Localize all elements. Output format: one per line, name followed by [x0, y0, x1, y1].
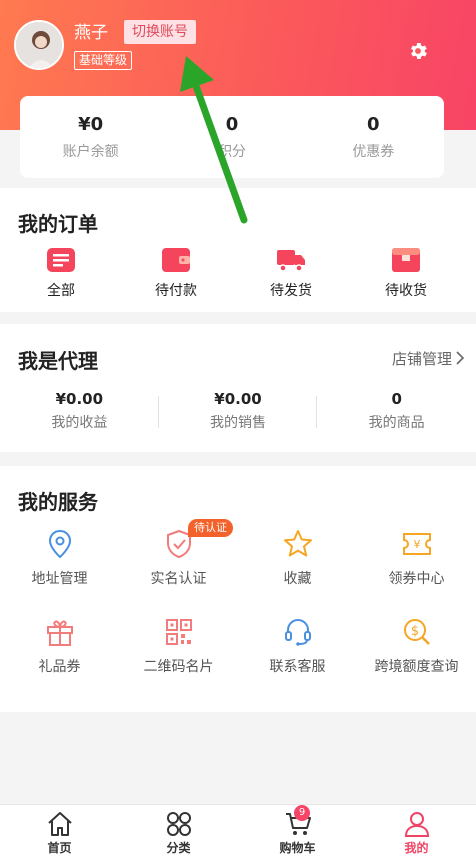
location-icon [48, 529, 71, 559]
home-icon [47, 812, 72, 836]
order-label: 待收货 [385, 283, 427, 299]
order-label: 待发货 [270, 283, 312, 299]
tab-label: 首页 [47, 841, 72, 854]
headset-icon [284, 619, 311, 646]
service-coupon-center[interactable]: ¥ 领券中心 [357, 528, 476, 588]
wallet-icon [162, 248, 190, 272]
service-crossborder-quota[interactable]: $ 跨境额度查询 [357, 616, 476, 676]
tab-home[interactable]: 首页 [0, 805, 119, 854]
tab-category[interactable]: 分类 [119, 805, 238, 854]
order-unpaid[interactable]: 待付款 [122, 248, 230, 300]
star-icon [283, 530, 312, 557]
qrcode-icon [165, 619, 192, 645]
svg-text:$: $ [410, 624, 418, 639]
cart-count-badge: 9 [294, 805, 310, 821]
order-label: 全部 [47, 283, 75, 299]
agent-value: ¥0.00 [55, 390, 104, 408]
service-address[interactable]: 地址管理 [0, 528, 119, 588]
shop-management-link[interactable]: 店铺管理 [392, 348, 452, 369]
agent-value: 0 [391, 390, 402, 408]
agent-label: 我的商品 [368, 415, 425, 431]
order-label: 待付款 [155, 283, 197, 299]
service-label: 实名认证 [150, 571, 207, 587]
order-all[interactable]: 全部 [7, 248, 115, 300]
avatar-image [16, 22, 62, 68]
chevron-right-icon[interactable] [456, 351, 464, 365]
agent-earnings[interactable]: ¥0.00 我的收益 [0, 390, 159, 432]
tab-label: 购物车 [279, 841, 316, 854]
stat-value: ¥0 [78, 114, 104, 135]
tab-mine[interactable]: 我的 [357, 805, 476, 854]
service-customer-support[interactable]: 联系客服 [238, 616, 357, 676]
category-icon [166, 812, 191, 836]
svg-text:¥: ¥ [413, 538, 420, 551]
agent-section: 我是代理 店铺管理 ¥0.00 我的收益 ¥0.00 我的销售 0 我的商品 [0, 324, 476, 452]
section-title: 我的订单 [18, 212, 98, 236]
bottom-tab-bar: 首页 分类 购物车 我的 [0, 804, 476, 854]
service-label: 礼品券 [38, 659, 81, 675]
list-icon [47, 248, 75, 272]
service-label: 跨境额度查询 [374, 659, 459, 675]
section-title: 我的服务 [18, 490, 98, 514]
order-to-ship[interactable]: 待发货 [237, 248, 345, 300]
coupon-icon: ¥ [402, 533, 431, 555]
username: 燕子 [74, 23, 108, 43]
agent-label: 我的销售 [210, 415, 266, 431]
level-badge: 基础等级 [74, 51, 133, 70]
switch-account-button[interactable]: 切换账号 [124, 20, 196, 44]
section-title: 我是代理 [18, 349, 98, 373]
service-label: 联系客服 [269, 659, 326, 675]
agent-sales[interactable]: ¥0.00 我的销售 [159, 390, 318, 432]
user-icon [404, 812, 429, 837]
pending-verification-badge: 待认证 [188, 519, 233, 537]
stat-balance[interactable]: ¥0 账户余额 [20, 96, 161, 178]
tab-label: 我的 [404, 841, 429, 854]
agent-value: ¥0.00 [214, 390, 262, 408]
service-favorites[interactable]: 收藏 [238, 528, 357, 588]
agent-products[interactable]: 0 我的商品 [317, 390, 476, 432]
stat-coupons[interactable]: 0 优惠券 [303, 96, 444, 178]
service-label: 领券中心 [388, 571, 445, 587]
service-qrcode-card[interactable]: 二维码名片 [119, 616, 238, 676]
service-label: 收藏 [283, 571, 312, 587]
avatar[interactable] [14, 20, 64, 70]
stat-value: 0 [367, 114, 380, 135]
dollar-search-icon: $ [403, 619, 430, 645]
gear-icon[interactable] [407, 40, 429, 62]
annotation-arrow-icon [180, 56, 248, 224]
order-to-receive[interactable]: 待收货 [352, 248, 460, 300]
tab-label: 分类 [166, 841, 191, 854]
service-label: 二维码名片 [143, 659, 214, 675]
package-icon [392, 248, 420, 272]
stat-label: 优惠券 [352, 144, 395, 160]
stat-label: 账户余额 [62, 144, 119, 160]
gift-icon [46, 620, 73, 646]
agent-label: 我的收益 [51, 415, 108, 431]
service-gift-voucher[interactable]: 礼品券 [0, 616, 119, 676]
service-verification[interactable]: 实名认证 [119, 528, 238, 588]
service-label: 地址管理 [31, 571, 88, 587]
services-section: 我的服务 地址管理 实名认证 收藏 ¥ 领券中心 礼品券 二维码名片 联系客服 … [0, 466, 476, 712]
truck-icon [277, 250, 305, 272]
